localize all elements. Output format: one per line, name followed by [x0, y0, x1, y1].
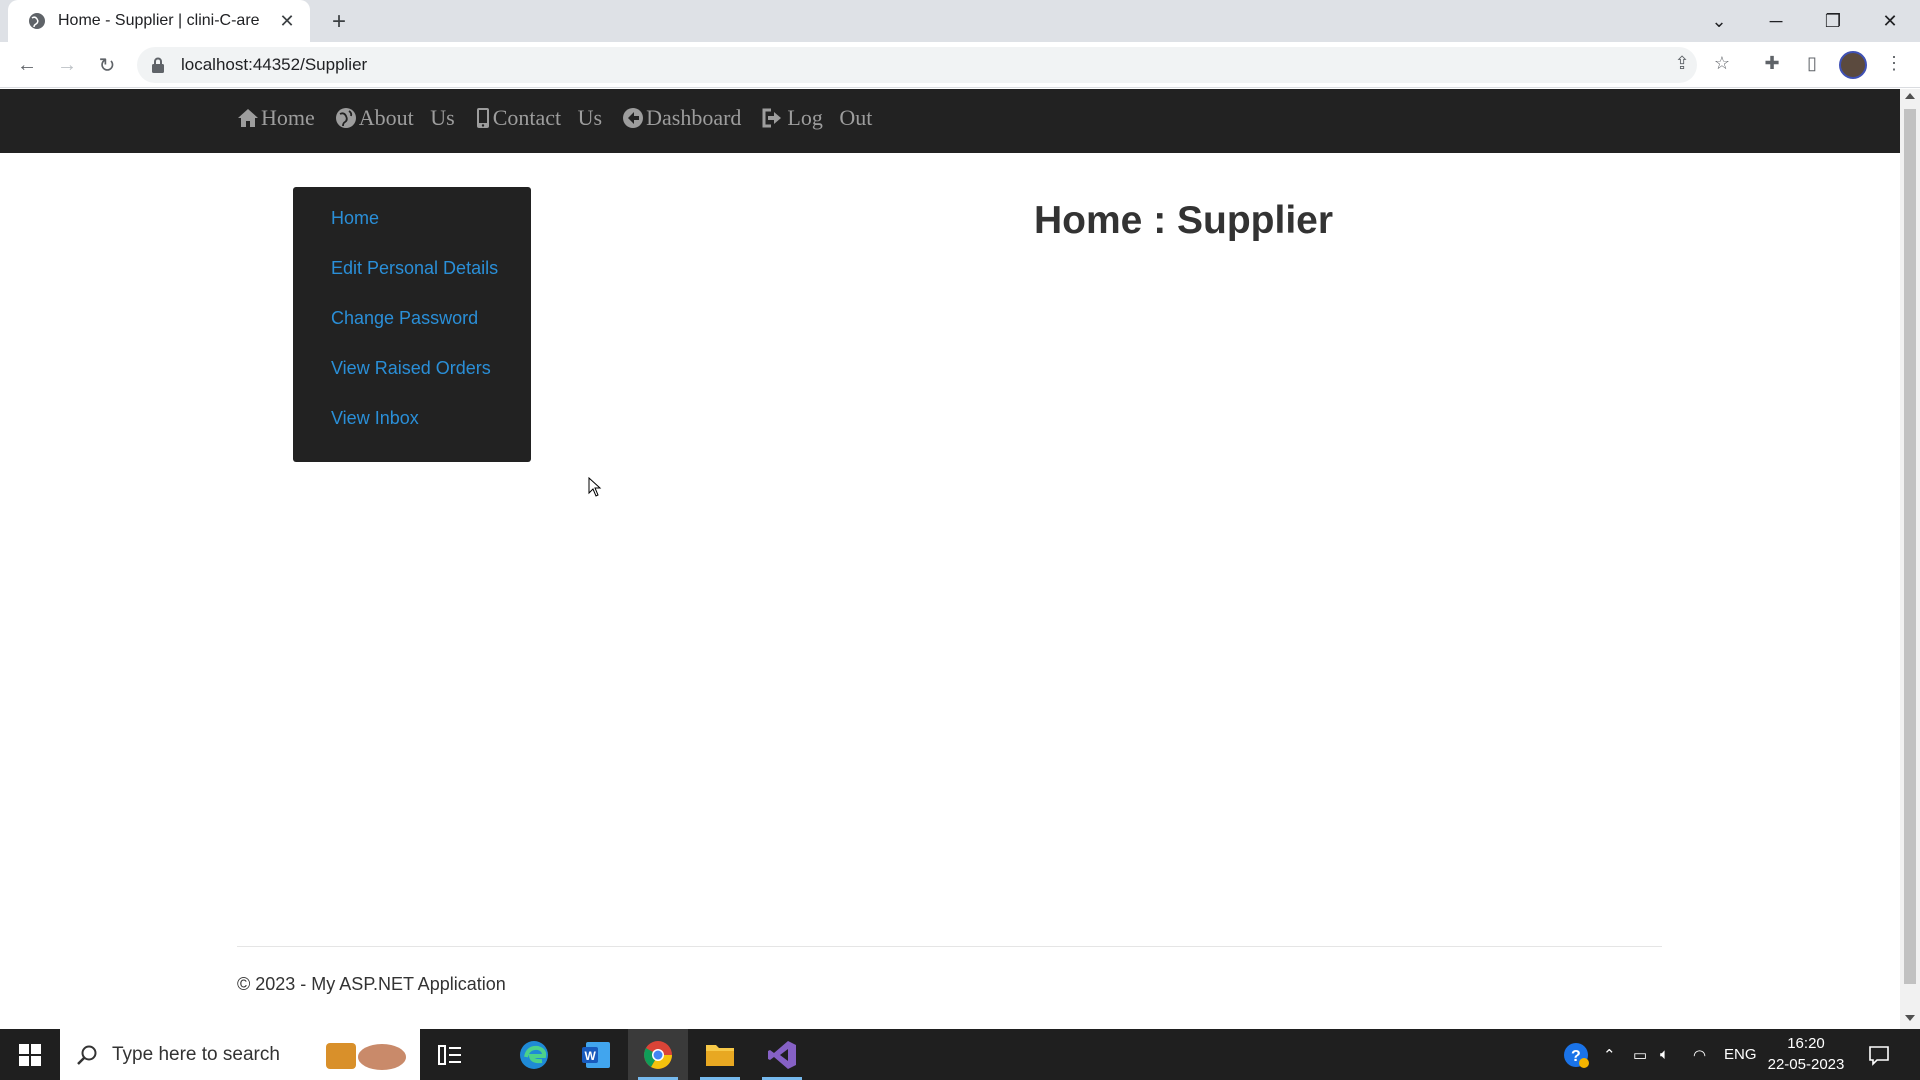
top-navbar: Home About Us Contact Us Dashboard Log O…: [0, 89, 1900, 153]
sidebar-item-change-password[interactable]: Change Password: [293, 307, 531, 357]
extensions-icon[interactable]: ✚: [1757, 48, 1787, 78]
back-icon[interactable]: ←: [12, 50, 42, 80]
sidebar-item-edit-personal-details[interactable]: Edit Personal Details: [293, 257, 531, 307]
forward-icon[interactable]: →: [52, 50, 82, 80]
globe-icon: [335, 108, 356, 128]
browser-toolbar: ← → ↻ localhost:44352/Supplier ⇪ ☆ ✚ ▯ ⋮: [0, 42, 1920, 88]
footer-divider: [237, 946, 1662, 947]
share-icon[interactable]: ⇪: [1667, 48, 1697, 78]
restore-icon[interactable]: ❐: [1805, 0, 1861, 42]
scrollbar-thumb[interactable]: [1904, 109, 1916, 984]
volume-icon[interactable]: 🔈︎: [1660, 1029, 1669, 1080]
phone-icon: [476, 108, 489, 128]
nav-contact-label: Contact Us: [492, 105, 603, 130]
browser-tab[interactable]: Home - Supplier | clini-C-are ✕: [8, 0, 310, 42]
chrome-icon[interactable]: [628, 1029, 688, 1080]
nav-dashboard-label: Dashboard: [646, 105, 742, 130]
file-explorer-icon[interactable]: [690, 1029, 750, 1080]
globe-icon: [29, 13, 45, 29]
windows-start-button[interactable]: [0, 1029, 60, 1080]
notifications-icon[interactable]: [1868, 1029, 1890, 1080]
clock-time: 16:20: [1787, 1035, 1825, 1052]
bookmark-star-icon[interactable]: ☆: [1707, 48, 1737, 78]
windows-taskbar: Type here to search W ? ⌃ ▭ 🔈︎ ◠ ENG 16:…: [0, 1029, 1920, 1080]
word-icon[interactable]: W: [566, 1029, 626, 1080]
menu-icon[interactable]: ⋮: [1879, 48, 1909, 78]
search-highlight-icon: [326, 1043, 406, 1070]
taskbar-search-placeholder: Type here to search: [112, 1043, 280, 1065]
page-title: Home : Supplier: [1034, 199, 1334, 242]
page-scrollbar[interactable]: [1900, 89, 1920, 1029]
tab-search-icon[interactable]: ⌄: [1691, 0, 1747, 42]
nav-about-label: About Us: [358, 105, 455, 130]
nav-logout-label: Log Out: [787, 105, 873, 130]
sidebar-menu: Home Edit Personal Details Change Passwo…: [293, 187, 531, 462]
side-panel-icon[interactable]: ▯: [1797, 48, 1827, 78]
home-icon: [238, 109, 258, 127]
lock-icon: [152, 57, 164, 73]
show-hidden-icons-icon[interactable]: ⌃: [1603, 1029, 1616, 1080]
footer-copyright: © 2023 - My ASP.NET Application: [237, 974, 506, 994]
minimize-icon[interactable]: ─: [1748, 0, 1804, 42]
nav-about-link[interactable]: About Us: [335, 105, 455, 131]
new-tab-icon[interactable]: +: [325, 8, 353, 36]
close-window-icon[interactable]: ✕: [1862, 0, 1918, 42]
tab-title: Home - Supplier | clini-C-are: [58, 12, 260, 29]
logout-icon: [762, 108, 782, 128]
task-view-icon[interactable]: [420, 1029, 480, 1080]
visual-studio-icon[interactable]: [752, 1029, 812, 1080]
svg-text:W: W: [585, 1049, 597, 1063]
nav-home-link[interactable]: Home: [237, 105, 315, 131]
battery-icon[interactable]: ▭: [1633, 1029, 1647, 1080]
nav-home-label: Home: [261, 105, 315, 130]
sidebar-item-view-raised-orders[interactable]: View Raised Orders: [293, 357, 531, 407]
language-indicator[interactable]: ENG: [1724, 1029, 1757, 1080]
mouse-cursor-icon: [588, 477, 602, 497]
scroll-up-icon[interactable]: [1905, 93, 1915, 99]
windows-logo-icon: [19, 1043, 41, 1066]
scroll-down-icon[interactable]: [1905, 1015, 1915, 1021]
address-bar[interactable]: localhost:44352/Supplier: [137, 47, 1697, 83]
taskbar-search-box[interactable]: Type here to search: [60, 1029, 420, 1080]
close-tab-icon[interactable]: ✕: [276, 10, 298, 32]
sidebar-item-view-inbox[interactable]: View Inbox: [293, 407, 531, 457]
search-icon: [77, 1045, 97, 1065]
circle-arrow-left-icon: [623, 108, 644, 128]
browser-tab-strip: Home - Supplier | clini-C-are ✕ + ⌄ ─ ❐ …: [0, 0, 1920, 42]
reload-icon[interactable]: ↻: [92, 50, 122, 80]
clock-date: 22-05-2023: [1767, 1056, 1845, 1073]
system-clock[interactable]: 16:20 22-05-2023: [1764, 1033, 1848, 1075]
edge-icon[interactable]: [504, 1029, 564, 1080]
url-text: localhost:44352/Supplier: [181, 55, 368, 74]
web-page: Home About Us Contact Us Dashboard Log O…: [0, 89, 1900, 1029]
nav-dashboard-link[interactable]: Dashboard: [622, 105, 741, 131]
nav-logout-link[interactable]: Log Out: [761, 105, 872, 131]
profile-avatar[interactable]: [1839, 51, 1867, 79]
nav-contact-link[interactable]: Contact Us: [475, 105, 602, 131]
wifi-icon[interactable]: ◠: [1693, 1029, 1706, 1080]
help-icon[interactable]: ?: [1562, 1029, 1590, 1080]
sidebar-item-home[interactable]: Home: [293, 207, 531, 257]
